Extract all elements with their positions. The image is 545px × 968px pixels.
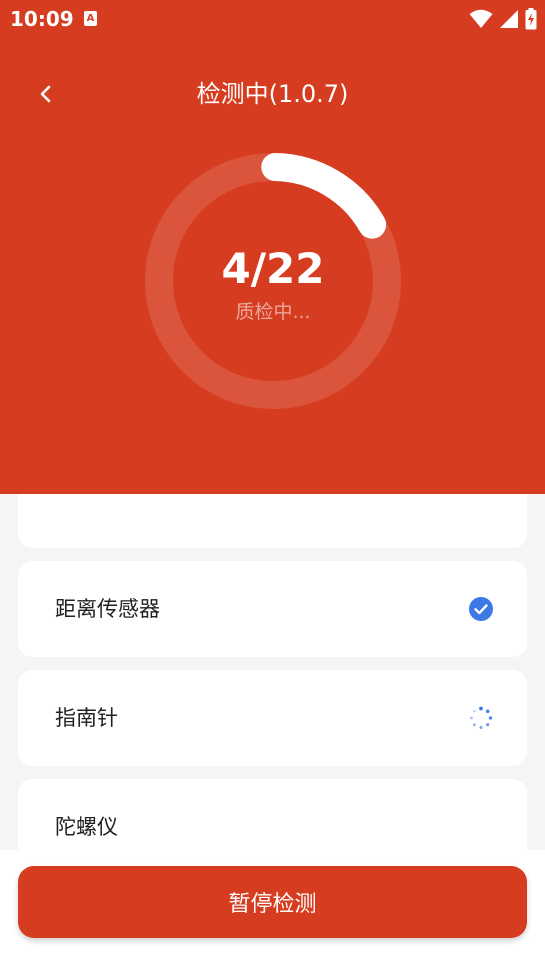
list-item-previous [18, 494, 527, 548]
check-circle-icon [469, 597, 493, 621]
list-item-label: 距离传感器 [55, 597, 160, 621]
notification-app-icon: A [84, 11, 97, 26]
list-item-label: 指南针 [55, 706, 118, 730]
progress-ring-arc [261, 153, 387, 239]
spinner-icon [470, 706, 493, 729]
battery-icon [525, 8, 537, 30]
screen: 10:09 A 检测中(1.0.7) 4/22 质检中... 距离传感器 指南针… [0, 0, 545, 968]
progress-status: 质检中... [235, 301, 311, 323]
pause-test-button[interactable]: 暂停检测 [18, 866, 527, 938]
signal-icon [500, 10, 518, 28]
wifi-icon [469, 9, 493, 28]
status-time: 10:09 [10, 7, 74, 31]
header-panel: 10:09 A 检测中(1.0.7) 4/22 质检中... [0, 0, 545, 494]
progress-ring: 4/22 质检中... [145, 153, 401, 409]
list-item: 指南针 [18, 670, 527, 766]
status-icons [469, 8, 537, 30]
page-title: 检测中(1.0.7) [196, 80, 349, 108]
progress-count: 4/22 [221, 244, 325, 293]
test-item-list[interactable]: 距离传感器 指南针 陀螺仪 [0, 494, 545, 866]
list-item: 距离传感器 [18, 561, 527, 657]
status-bar: 10:09 A [0, 0, 545, 38]
